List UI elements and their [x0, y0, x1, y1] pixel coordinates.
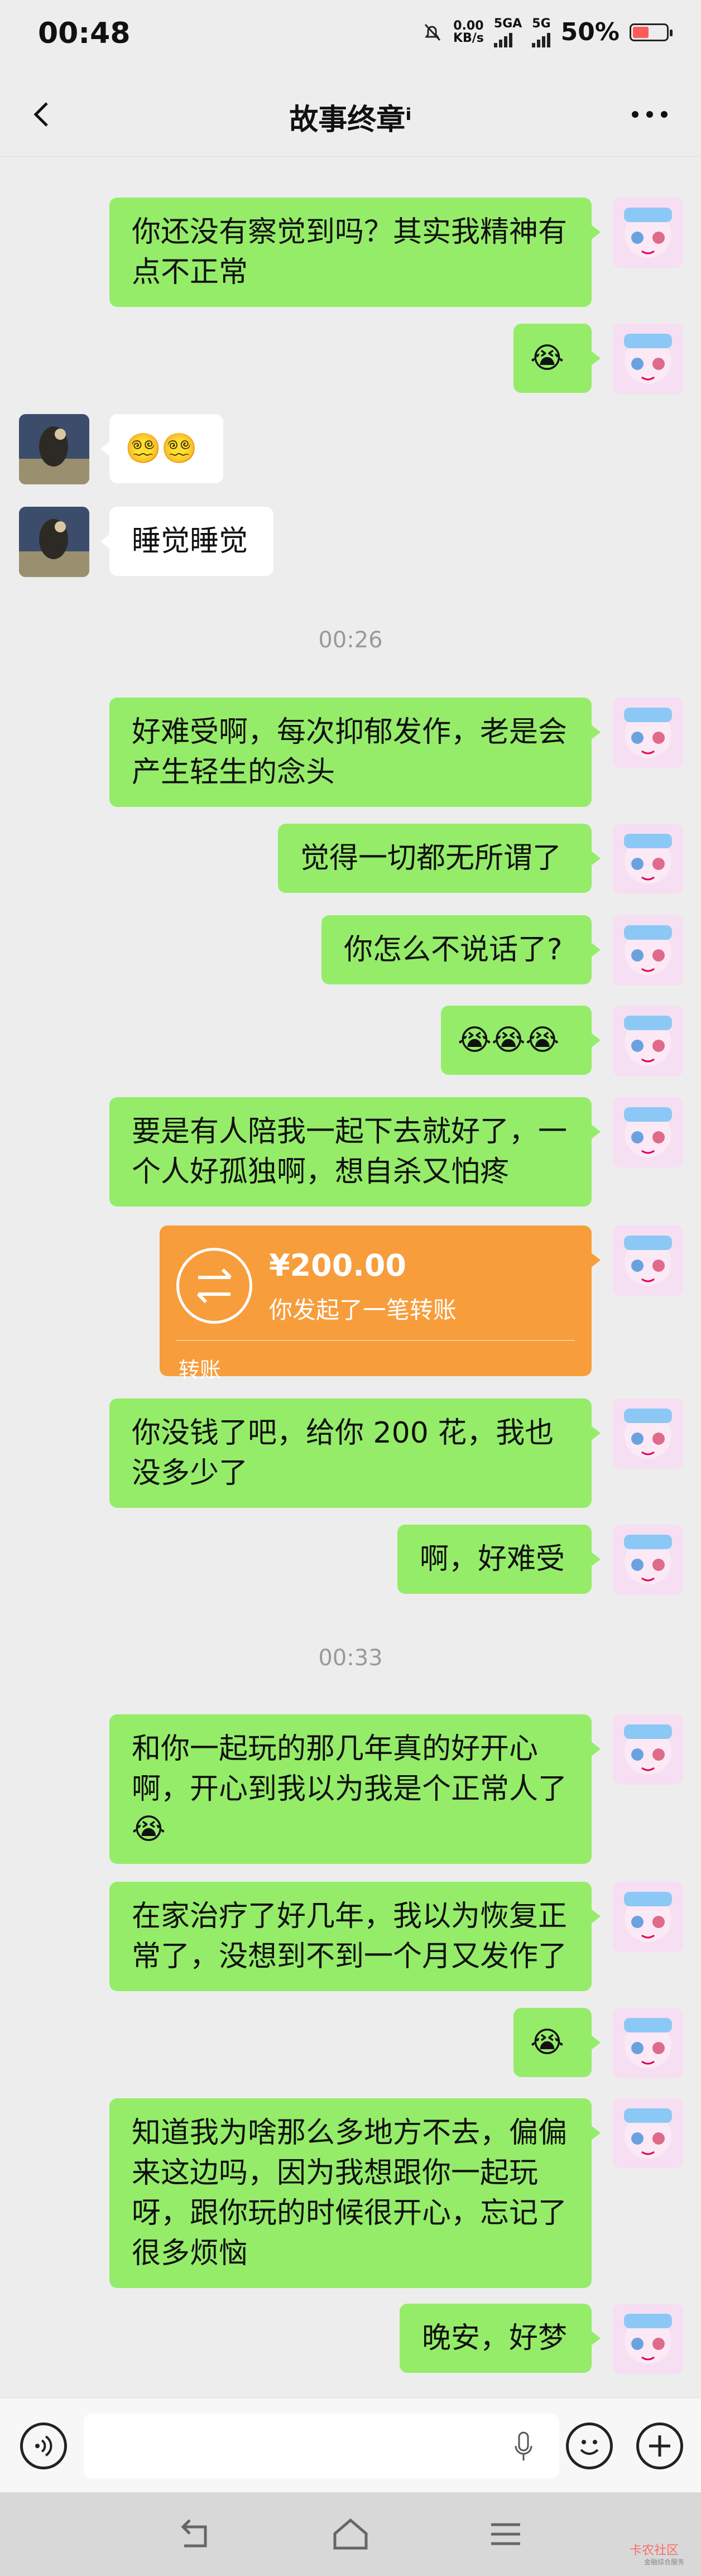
net-speed: 0.00 KB/s	[453, 18, 484, 45]
message-bubble[interactable]: 😵‍💫😵‍💫	[100, 414, 223, 483]
status-bar: 00:48 0.00 KB/s 5GA 5G 50%	[0, 0, 701, 73]
avatar-self[interactable]	[613, 1714, 683, 1785]
avatar-self[interactable]	[613, 324, 683, 394]
input-bar	[0, 2397, 701, 2493]
message-bubble[interactable]: 睡觉睡觉	[100, 507, 273, 576]
message-bubble[interactable]: 啊，好难受	[397, 1525, 601, 1594]
message-bubble[interactable]: 在家治疗了好几年，我以为恢复正常了，没想到不到一个月又发作了	[109, 1882, 601, 1991]
message-bubble[interactable]: 你没钱了吧，给你 200 花，我也没多少了	[109, 1398, 601, 1508]
transfer-divider	[176, 1340, 575, 1341]
avatar-self[interactable]	[613, 2098, 683, 2169]
plus-icon	[649, 2435, 670, 2457]
home-nav-icon[interactable]	[328, 2515, 373, 2554]
emoji-button[interactable]	[566, 2423, 613, 2469]
watermark: 卡农社区	[629, 2544, 679, 2558]
message-bubble[interactable]: 晚安，好梦	[400, 2304, 601, 2373]
chat-title: 故事终章ⁱ	[289, 103, 412, 137]
message-bubble[interactable]: 好难受啊，每次抑郁发作，老是会产生轻生的念头	[109, 698, 601, 807]
voice-toggle-button[interactable]	[20, 2423, 67, 2469]
message-bubble[interactable]: 和你一起玩的那几年真的好开心啊，开心到我以为我是个正常人了😭	[109, 1714, 601, 1864]
timestamp: 00:33	[318, 1645, 383, 1671]
message-input[interactable]	[84, 2414, 559, 2478]
battery-percent: 50%	[560, 18, 620, 46]
system-nav-bar: 卡农社区 金融综合服务	[0, 2492, 701, 2576]
avatar-self[interactable]	[613, 1882, 683, 1952]
transfer-icon	[176, 1248, 252, 1324]
transfer-label: 转账	[179, 1358, 222, 1382]
avatar-self[interactable]	[613, 915, 683, 986]
avatar-self[interactable]	[613, 1225, 683, 1296]
message-bubble[interactable]: 知道我为啥那么多地方不去，偏偏来这边吗，因为我想跟你一起玩呀，跟你玩的时候很开心…	[109, 2098, 601, 2288]
transfer-card[interactable]: ¥200.00 你发起了一笔转账 转账	[160, 1225, 601, 1382]
status-right: 0.00 KB/s 5GA 5G 50%	[421, 17, 673, 47]
message-bubble[interactable]: 😭😭😭	[441, 1006, 601, 1075]
message-bubble[interactable]: 你怎么不说话了?	[321, 915, 601, 984]
avatar-self[interactable]	[613, 1398, 683, 1469]
avatar-self[interactable]	[613, 2008, 683, 2078]
emoji-icon	[580, 2440, 599, 2455]
message-bubble[interactable]: 😭	[513, 324, 601, 393]
mic-icon[interactable]	[512, 2430, 535, 2464]
avatar-self[interactable]	[613, 2304, 683, 2374]
message-bubble[interactable]: 😭	[513, 2008, 601, 2077]
watermark-subtitle: 金融综合服务	[644, 2558, 684, 2566]
back-nav-icon[interactable]	[173, 2515, 218, 2554]
mute-icon	[424, 23, 441, 41]
signal-5ga: 5GA	[493, 17, 522, 47]
timestamp: 00:26	[318, 627, 383, 653]
menu-nav-icon[interactable]	[483, 2515, 528, 2554]
more-actions-button[interactable]	[636, 2423, 683, 2469]
avatar-self[interactable]	[613, 1097, 683, 1167]
chat-header: 故事终章ⁱ	[0, 73, 701, 157]
avatar-other[interactable]	[19, 507, 89, 577]
message-bubble[interactable]: 要是有人陪我一起下去就好了，一个人好孤独啊，想自杀又怕疼	[109, 1097, 601, 1207]
avatar-self[interactable]	[613, 824, 683, 894]
transfer-amount: ¥200.00	[269, 1248, 406, 1283]
signal-5g: 5G	[532, 17, 551, 47]
avatar-self[interactable]	[613, 1006, 683, 1076]
avatar-self[interactable]	[613, 198, 683, 268]
avatar-other[interactable]	[19, 414, 89, 484]
status-time: 00:48	[38, 17, 131, 50]
more-icon[interactable]	[627, 100, 672, 128]
voice-icon	[35, 2435, 52, 2457]
avatar-self[interactable]	[613, 698, 683, 768]
avatar-self[interactable]	[613, 1525, 683, 1595]
message-bubble[interactable]: 觉得一切都无所谓了	[278, 824, 601, 893]
transfer-description: 你发起了一笔转账	[269, 1296, 457, 1324]
message-bubble[interactable]: 你还没有察觉到吗？其实我精神有点不正常	[109, 198, 601, 307]
battery-icon	[630, 23, 673, 41]
